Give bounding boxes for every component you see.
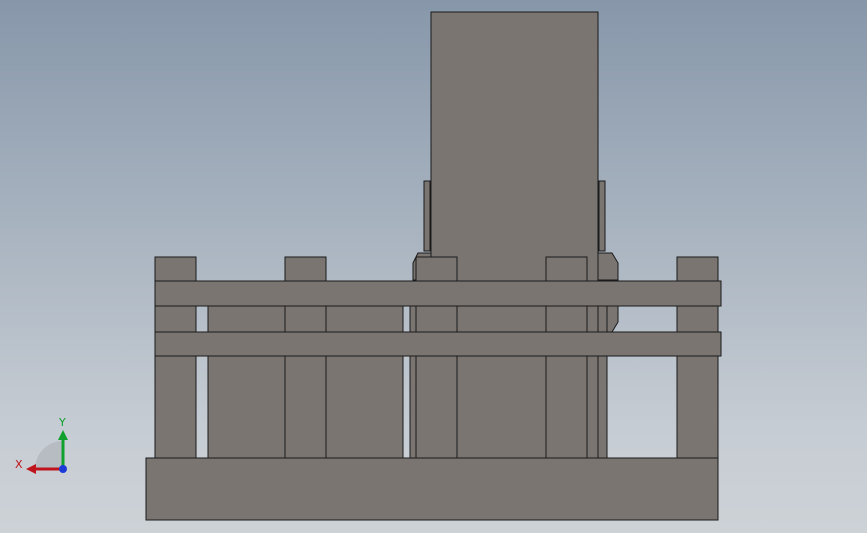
z-axis-dot [59, 465, 67, 473]
lower-cross-bar[interactable] [154, 331, 722, 357]
y-axis-arrowhead [58, 430, 68, 440]
cad-viewport[interactable]: X Y [0, 0, 867, 533]
infill-panel-3[interactable] [586, 305, 599, 460]
left-side-rail[interactable] [423, 180, 431, 252]
x-axis-label: X [15, 458, 23, 471]
infill-panel-4[interactable] [597, 305, 608, 460]
y-axis-label: Y [58, 416, 66, 429]
infill-panel-2[interactable] [325, 305, 404, 460]
model-front-view[interactable]: X Y [0, 0, 867, 533]
x-axis-arrowhead [26, 464, 36, 474]
upper-cross-bar[interactable] [154, 280, 722, 307]
triad-quadrant [35, 441, 63, 469]
right-clamp-bracket[interactable] [597, 252, 619, 281]
slot-strip[interactable] [409, 305, 417, 460]
infill-panel-1[interactable] [207, 305, 286, 460]
right-side-rail[interactable] [598, 180, 606, 252]
orientation-triad: X Y [15, 416, 68, 474]
base-plate[interactable] [145, 457, 719, 521]
